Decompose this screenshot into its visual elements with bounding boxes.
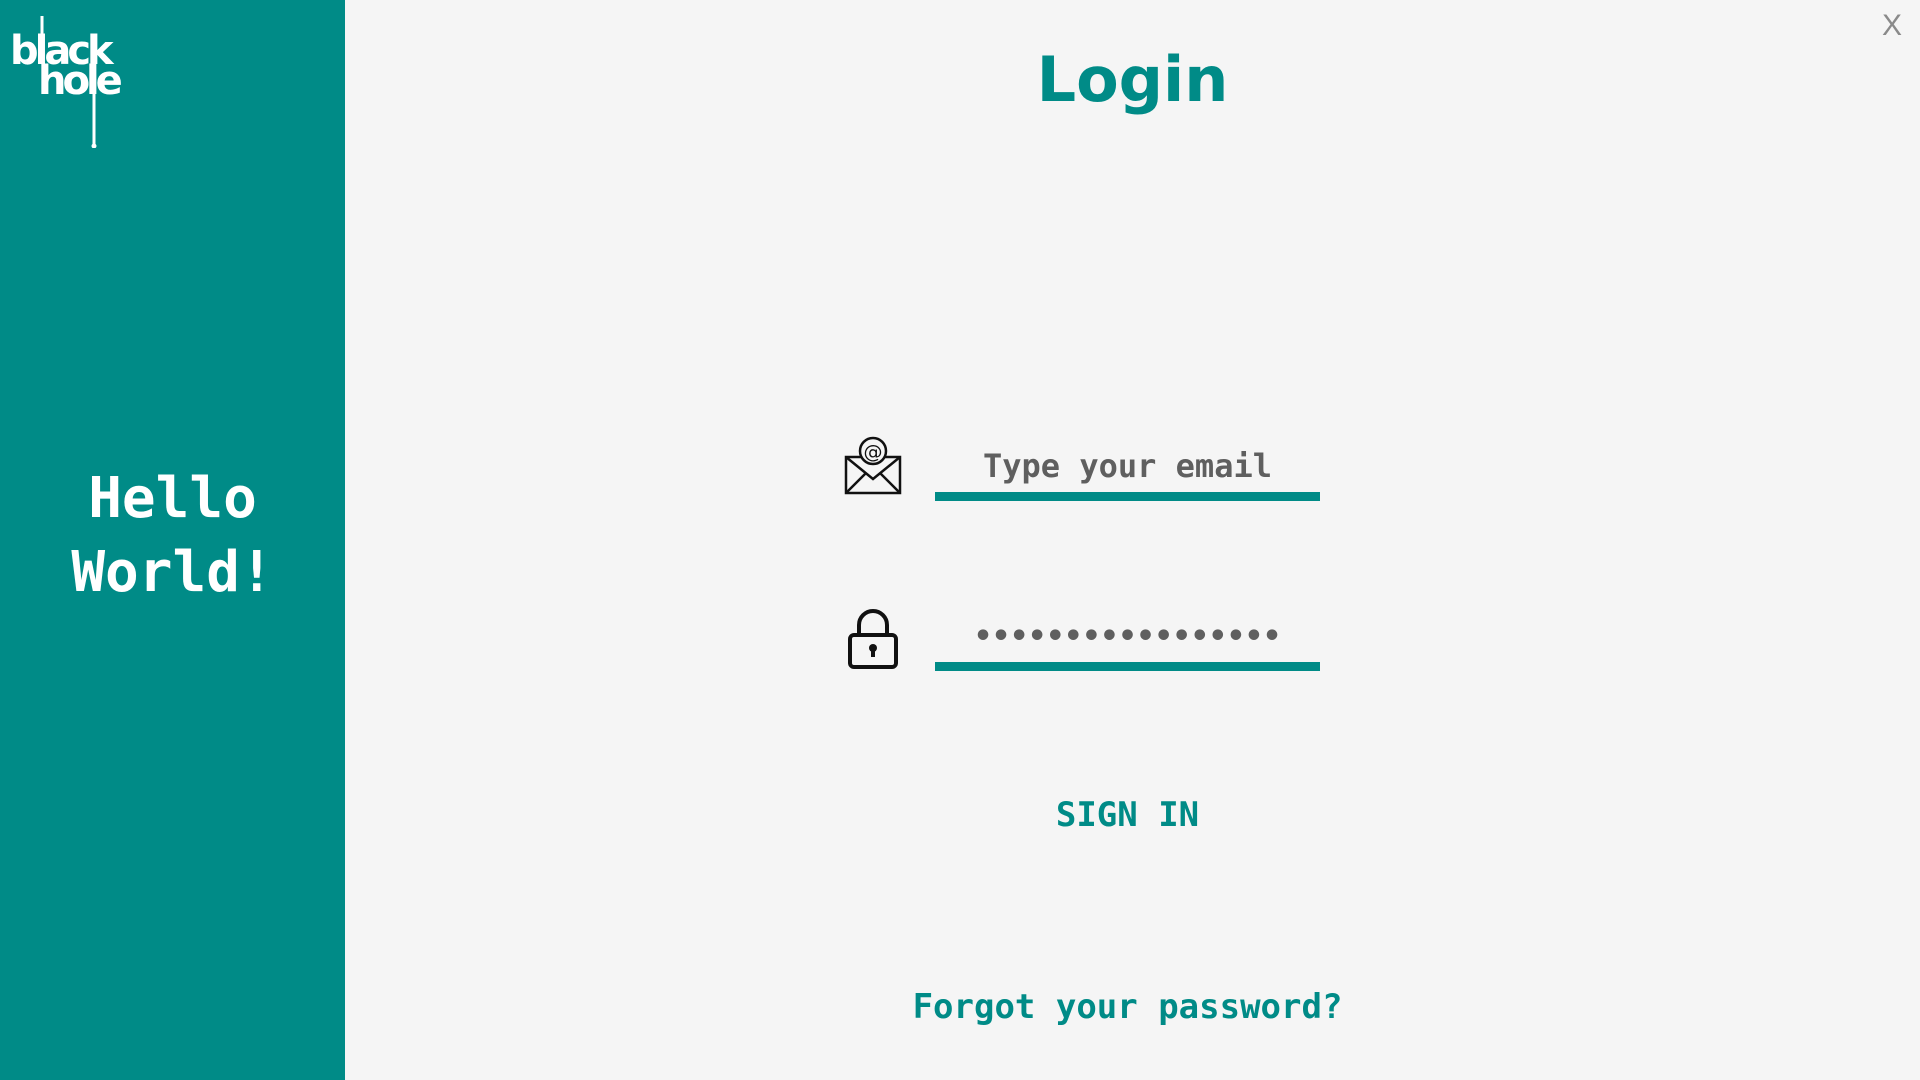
svg-text:@: @ bbox=[864, 441, 883, 463]
svg-text:hole: hole bbox=[38, 58, 122, 104]
password-field[interactable] bbox=[935, 610, 1320, 671]
greeting-text: Hello World! bbox=[71, 466, 274, 605]
black-hole-logo: black hole bbox=[10, 16, 126, 148]
forgot-password-link[interactable]: Forgot your password? bbox=[880, 982, 1375, 1032]
page-title: Login bbox=[1036, 43, 1229, 116]
email-at-icon: @ bbox=[844, 436, 902, 495]
lock-icon bbox=[848, 609, 898, 669]
email-field[interactable] bbox=[935, 440, 1320, 501]
sign-in-button[interactable]: SIGN IN bbox=[1000, 790, 1255, 840]
sidebar: black hole Hello World! bbox=[0, 0, 345, 1080]
